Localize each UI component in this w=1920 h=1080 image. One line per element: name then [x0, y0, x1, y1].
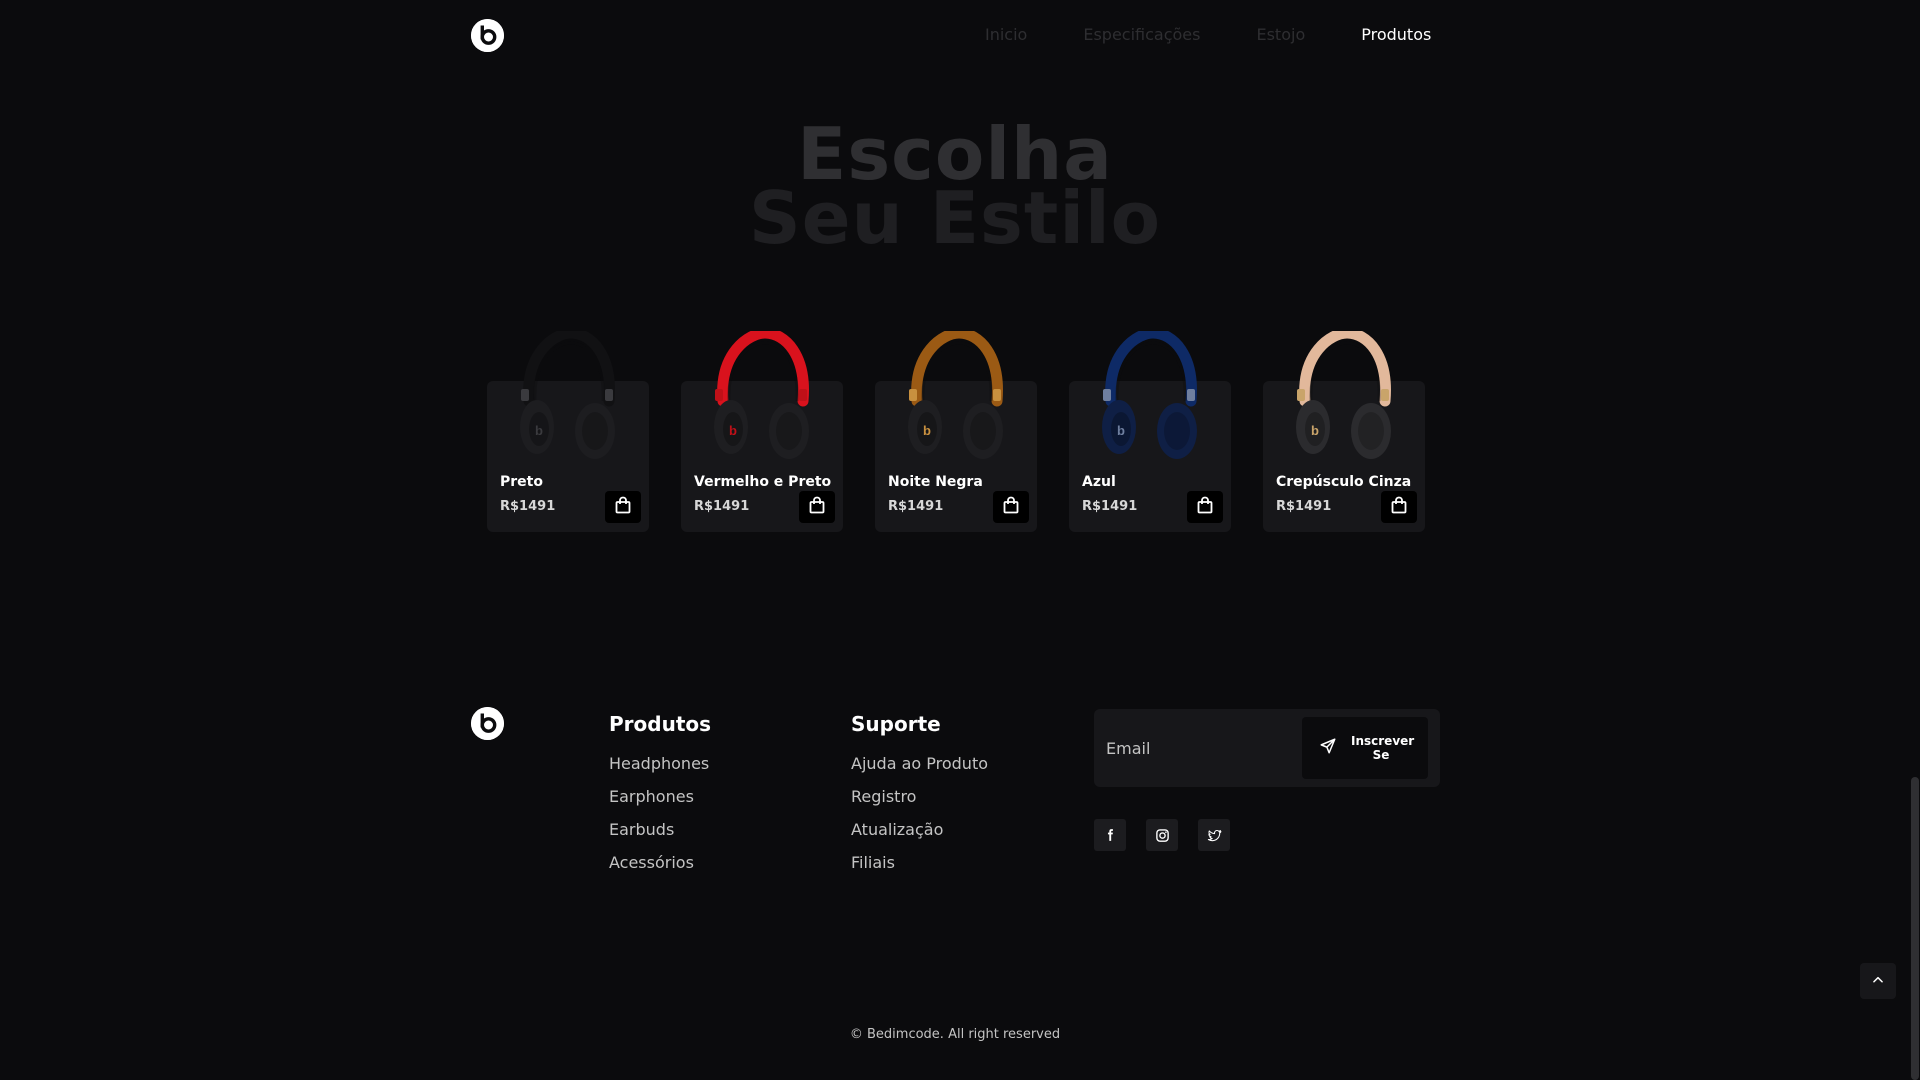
facebook-icon[interactable] [1094, 819, 1126, 851]
product-name: Azul [1082, 474, 1116, 490]
email-input[interactable] [1094, 709, 1294, 787]
footer-beats-logo-icon[interactable] [471, 707, 504, 740]
section-title-line2: Seu Estilo [748, 176, 1162, 260]
footer-support-column: Suporte Ajuda ao Produto Registro Atuali… [851, 711, 988, 886]
product-name: Preto [500, 474, 543, 490]
footer-link-atualizacao[interactable]: Atualização [851, 820, 988, 853]
shopping-bag-icon [615, 496, 631, 518]
product-price: R$1491 [694, 499, 750, 514]
main-nav: Inicio Especificações Estojo Produtos [985, 25, 1431, 44]
nav-link-estojo[interactable]: Estojo [1256, 25, 1305, 44]
subscribe-label-line1: Inscrever [1351, 734, 1415, 748]
svg-text:b: b [1117, 423, 1125, 438]
scrollbar-thumb[interactable] [1911, 777, 1919, 1080]
copyright-text: © Bedimcode. All right reserved [849, 1027, 1061, 1042]
footer-link-ajuda-produto[interactable]: Ajuda ao Produto [851, 754, 988, 787]
footer-link-registro[interactable]: Registro [851, 787, 988, 820]
add-to-cart-button[interactable] [1187, 491, 1223, 523]
social-links [1094, 819, 1230, 851]
footer-link-filiais[interactable]: Filiais [851, 853, 988, 886]
product-card: b Preto R$1491 [487, 327, 649, 532]
subscribe-label: Inscrever Se [1351, 734, 1415, 762]
headphone-image: b [1097, 327, 1203, 461]
beats-logo-icon[interactable] [471, 19, 504, 52]
chevron-up-icon [1871, 972, 1885, 991]
product-card: b Azul R$1491 [1069, 327, 1231, 532]
product-price: R$1491 [1082, 499, 1138, 514]
subscribe-label-line2: Se [1372, 748, 1390, 762]
section-title: Escolha Seu Estilo [0, 118, 1910, 260]
shopping-bag-icon [809, 496, 825, 518]
add-to-cart-button[interactable] [993, 491, 1029, 523]
product-card: b Vermelho e Preto R$1491 [681, 327, 843, 532]
svg-text:b: b [923, 423, 931, 438]
headphone-image: b [515, 327, 621, 461]
subscribe-button[interactable]: Inscrever Se [1302, 717, 1428, 779]
headphone-image: b [903, 327, 1009, 461]
footer-link-earbuds[interactable]: Earbuds [609, 820, 711, 853]
product-price: R$1491 [888, 499, 944, 514]
footer-products-title: Produtos [609, 712, 712, 736]
svg-text:b: b [535, 423, 543, 438]
shopping-bag-icon [1003, 496, 1019, 518]
product-name: Vermelho e Preto [694, 474, 832, 490]
instagram-icon[interactable] [1146, 819, 1178, 851]
add-to-cart-button[interactable] [799, 491, 835, 523]
header: Inicio Especificações Estojo Produtos [0, 0, 1920, 72]
products-grid: b Preto R$1491 b Vermelho e Preto R$1491 b Noit… [487, 327, 1425, 532]
headphone-image: b [1291, 327, 1397, 461]
add-to-cart-button[interactable] [605, 491, 641, 523]
svg-text:b: b [1311, 423, 1319, 438]
product-name: Noite Negra [888, 474, 983, 490]
add-to-cart-button[interactable] [1381, 491, 1417, 523]
shopping-bag-icon [1197, 496, 1213, 518]
footer-link-acessorios[interactable]: Acessórios [609, 853, 711, 886]
product-card: b Noite Negra R$1491 [875, 327, 1037, 532]
nav-link-produtos[interactable]: Produtos [1361, 25, 1431, 44]
twitter-icon[interactable] [1198, 819, 1230, 851]
nav-link-inicio[interactable]: Inicio [985, 25, 1027, 44]
shopping-bag-icon [1391, 496, 1407, 518]
send-icon [1319, 737, 1337, 759]
product-price: R$1491 [500, 499, 556, 514]
scroll-to-top-button[interactable] [1860, 963, 1896, 999]
footer-link-earphones[interactable]: Earphones [609, 787, 711, 820]
nav-link-especificacoes[interactable]: Especificações [1083, 25, 1200, 44]
svg-text:b: b [729, 423, 737, 438]
product-card: b Crepúsculo Cinza R$1491 [1263, 327, 1425, 532]
footer-support-title: Suporte [851, 712, 941, 736]
product-price: R$1491 [1276, 499, 1332, 514]
newsletter-form: Inscrever Se [1094, 709, 1440, 787]
footer-link-headphones[interactable]: Headphones [609, 754, 711, 787]
footer-products-column: Produtos Headphones Earphones Earbuds Ac… [609, 711, 711, 886]
product-name: Crepúsculo Cinza [1276, 474, 1412, 490]
headphone-image: b [709, 327, 815, 461]
